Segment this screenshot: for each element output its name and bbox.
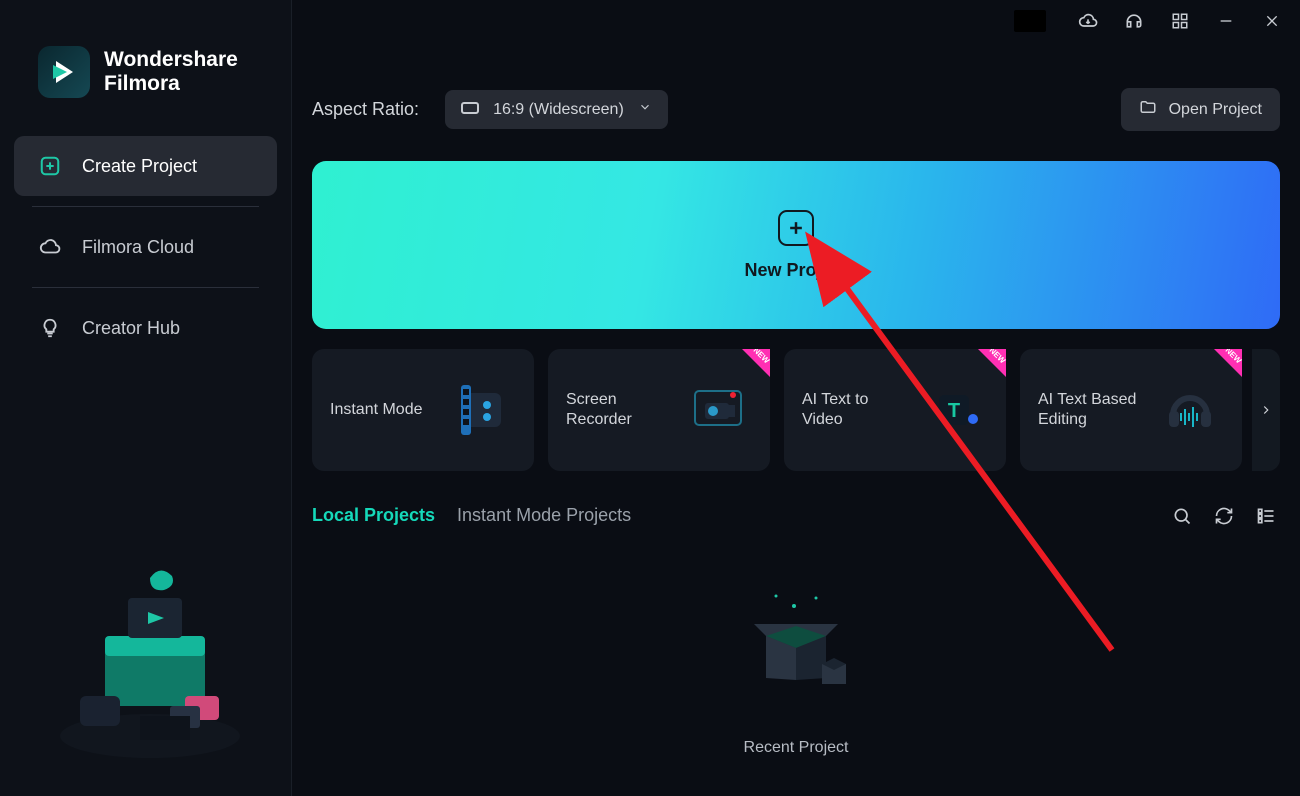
text-cube-icon: T	[916, 372, 992, 448]
new-project-hero[interactable]: New Project	[312, 161, 1280, 329]
mode-card-label: Instant Mode	[330, 400, 423, 420]
projects-tabs-row: Local Projects Instant Mode Projects	[312, 505, 1276, 526]
aspect-ratio-group: Aspect Ratio: 16:9 (Widescreen)	[312, 90, 668, 129]
sidebar-item-label: Filmora Cloud	[82, 237, 194, 258]
aspect-ratio-value: 16:9 (Widescreen)	[493, 101, 624, 119]
cloud-icon	[38, 235, 62, 259]
sidebar-illustration	[50, 546, 250, 766]
window-close-icon[interactable]	[1262, 11, 1282, 31]
mode-card-ai-text-to-video[interactable]: AI Text to Video T	[784, 349, 1006, 471]
title-bar-blackbox	[1014, 10, 1046, 32]
chevron-down-icon	[638, 100, 652, 119]
main-area: Aspect Ratio: 16:9 (Widescreen) Open Pro…	[292, 0, 1300, 796]
film-reel-icon	[444, 372, 520, 448]
sidebar-item-creator-hub[interactable]: Creator Hub	[14, 298, 277, 358]
aspect-ratio-select[interactable]: 16:9 (Widescreen)	[445, 90, 668, 129]
window-minimize-icon[interactable]	[1216, 11, 1236, 31]
empty-box-icon	[726, 576, 866, 721]
projects-tools	[1172, 506, 1276, 526]
list-view-icon[interactable]	[1256, 506, 1276, 526]
tab-instant-mode-projects[interactable]: Instant Mode Projects	[457, 505, 631, 526]
search-icon[interactable]	[1172, 506, 1192, 526]
title-bar	[292, 0, 1300, 42]
mode-cards-row: Instant Mode Screen Recorder	[312, 349, 1280, 471]
recent-project-empty: Recent Project	[292, 576, 1300, 757]
app-logo-mark	[38, 46, 90, 98]
tab-local-projects[interactable]: Local Projects	[312, 505, 435, 526]
open-project-button[interactable]: Open Project	[1121, 88, 1280, 131]
headset-icon[interactable]	[1124, 11, 1144, 31]
app-name-line2: Filmora	[104, 72, 238, 96]
sidebar-item-label: Create Project	[82, 156, 197, 177]
new-badge	[742, 349, 770, 377]
mode-cards-next-button[interactable]	[1252, 349, 1280, 471]
top-controls: Aspect Ratio: 16:9 (Widescreen) Open Pro…	[292, 42, 1300, 131]
sidebar-nav: Create Project Filmora Cloud	[14, 136, 277, 358]
aspect-ratio-label: Aspect Ratio:	[312, 99, 419, 120]
app-name-line1: Wondershare	[104, 48, 238, 72]
mode-card-label: Screen Recorder	[566, 390, 676, 430]
cloud-download-icon[interactable]	[1078, 11, 1098, 31]
plus-square-icon	[38, 154, 62, 178]
refresh-icon[interactable]	[1214, 506, 1234, 526]
app-logo: Wondershare Filmora	[14, 40, 277, 128]
open-project-label: Open Project	[1169, 101, 1262, 119]
mode-card-ai-text-based-editing[interactable]: AI Text Based Editing	[1020, 349, 1242, 471]
svg-text:T: T	[948, 400, 960, 422]
apps-grid-icon[interactable]	[1170, 11, 1190, 31]
aspect-ratio-frame-icon	[461, 101, 479, 119]
folder-icon	[1139, 98, 1157, 121]
projects-tabs: Local Projects Instant Mode Projects	[312, 505, 631, 526]
mode-card-instant-mode[interactable]: Instant Mode	[312, 349, 534, 471]
mode-card-label: AI Text Based Editing	[1038, 390, 1148, 430]
new-project-label: New Project	[744, 260, 847, 281]
mode-card-screen-recorder[interactable]: Screen Recorder	[548, 349, 770, 471]
new-badge	[1214, 349, 1242, 377]
app-logo-text: Wondershare Filmora	[104, 48, 238, 96]
camera-icon	[680, 372, 756, 448]
sidebar-item-filmora-cloud[interactable]: Filmora Cloud	[14, 217, 277, 277]
sidebar-item-create-project[interactable]: Create Project	[14, 136, 277, 196]
recent-project-label: Recent Project	[744, 739, 849, 757]
new-badge	[978, 349, 1006, 377]
sidebar: Wondershare Filmora Create Project	[0, 0, 292, 796]
sidebar-item-label: Creator Hub	[82, 318, 180, 339]
lightbulb-icon	[38, 316, 62, 340]
headphones-waveform-icon	[1152, 372, 1228, 448]
mode-card-label: AI Text to Video	[802, 390, 912, 430]
plus-icon	[778, 210, 814, 246]
sidebar-divider	[32, 287, 259, 288]
sidebar-divider	[32, 206, 259, 207]
